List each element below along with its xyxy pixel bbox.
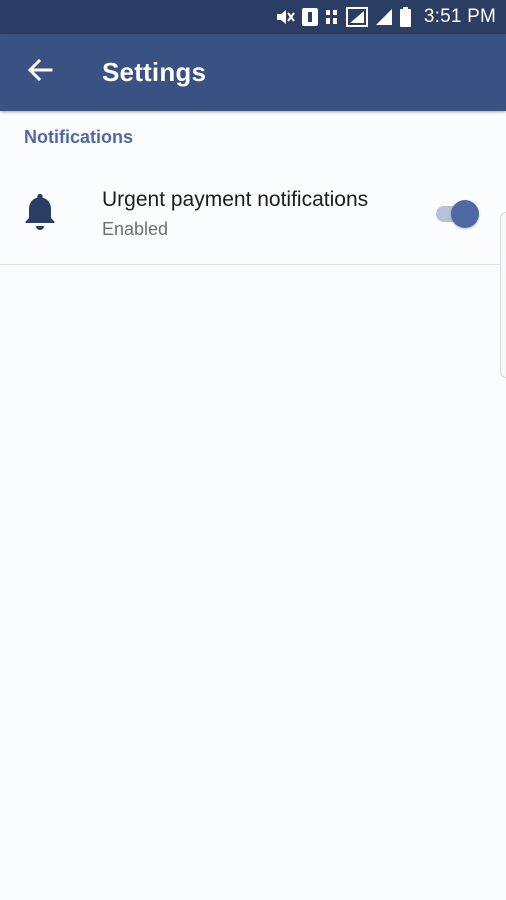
notifications-toggle[interactable]	[434, 198, 480, 228]
setting-title: Urgent payment notifications	[102, 188, 369, 211]
notification-badge-icon	[301, 8, 318, 26]
arrow-left-icon	[27, 58, 53, 87]
wifi-signal-icon	[345, 7, 368, 27]
status-icons: 3:51 PM	[275, 0, 496, 34]
battery-icon	[399, 7, 411, 27]
back-button[interactable]	[20, 53, 60, 93]
status-bar: 3:51 PM	[0, 0, 506, 34]
setting-summary: Enabled	[102, 219, 169, 239]
status-time: 3:51 PM	[423, 6, 496, 27]
bell-icon	[22, 192, 58, 237]
data-icon	[325, 8, 339, 26]
edge-panel-handle[interactable]	[500, 212, 506, 378]
toggle-thumb	[451, 200, 479, 228]
page-title: Settings	[102, 57, 207, 87]
mute-icon	[275, 8, 295, 26]
setting-urgent-payment-notifications[interactable]: Urgent payment notifications Enabled	[0, 165, 506, 265]
section-header-notifications: Notifications	[24, 127, 134, 147]
app-bar: Settings	[0, 34, 506, 111]
cell-signal-icon	[375, 8, 393, 26]
